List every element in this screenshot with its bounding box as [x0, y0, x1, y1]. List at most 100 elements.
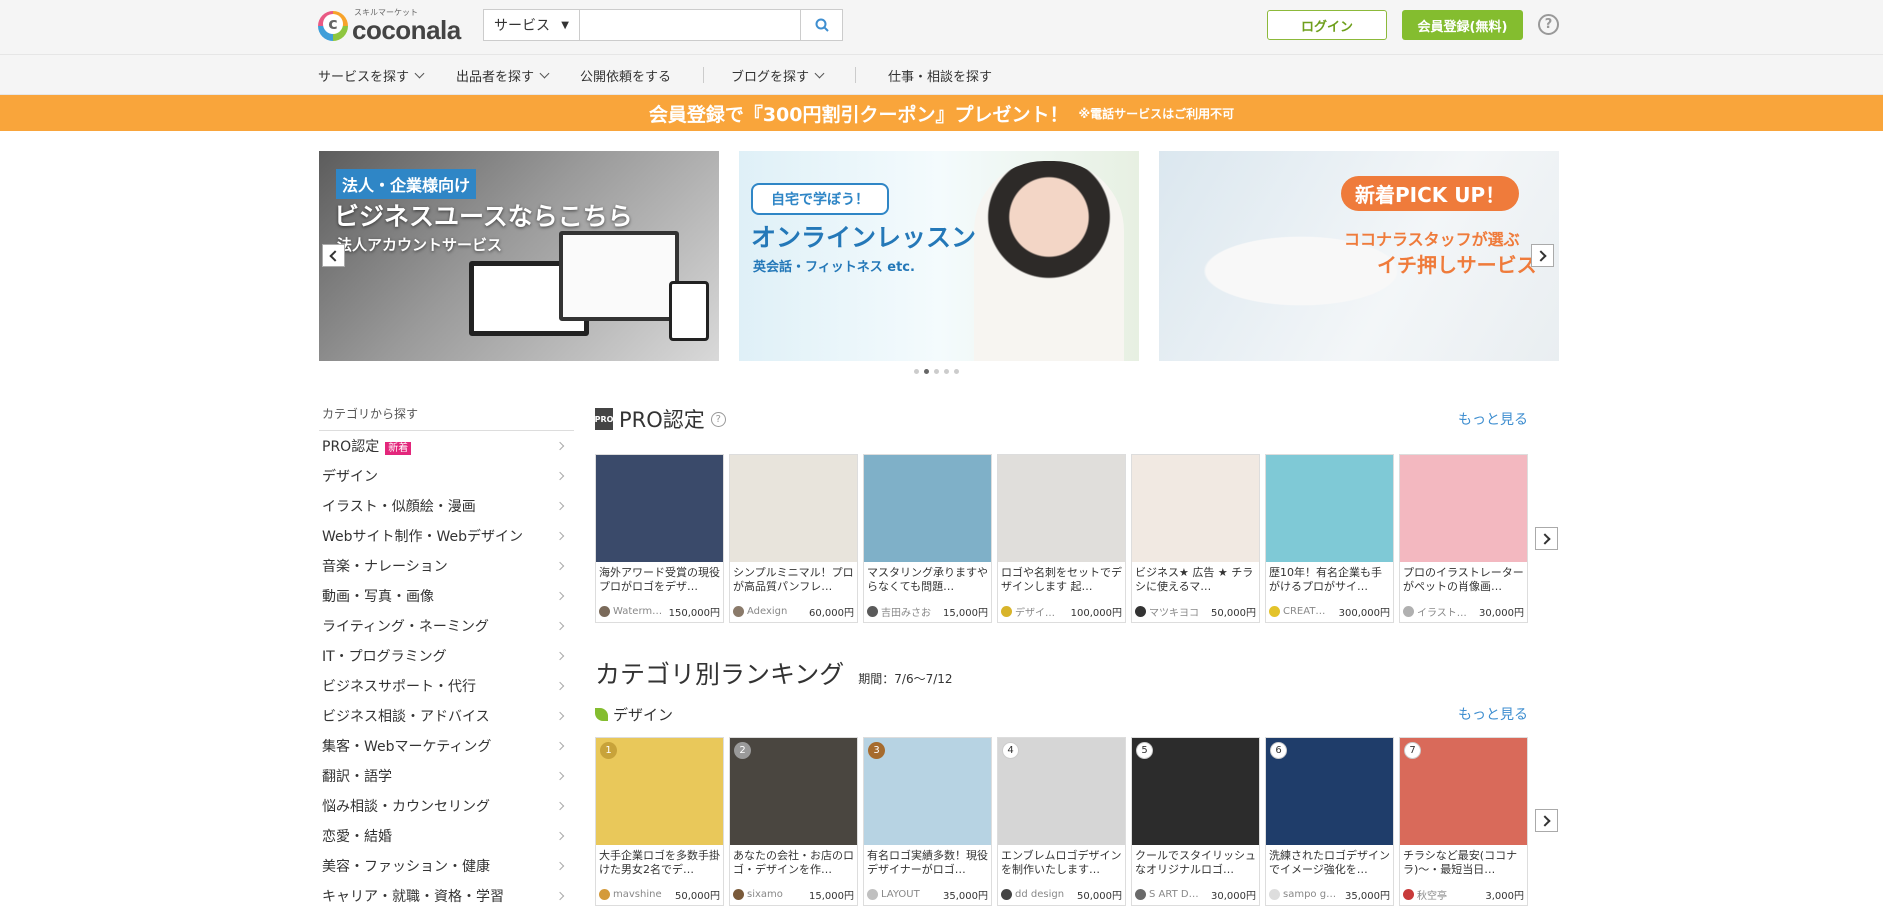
seller[interactable]: S ART D…	[1135, 889, 1199, 900]
sidebar-item-left: 音楽・ナレーション	[322, 556, 448, 576]
service-card[interactable]: ビジネス★ 広告 ★ チラシに使えるマ… マツキヨコ 50,000円	[1131, 454, 1260, 623]
seller[interactable]: LAYOUT	[867, 889, 920, 900]
sidebar-item[interactable]: IT・プログラミング	[319, 641, 574, 671]
seller-name: CREAT…	[1283, 606, 1326, 617]
new-badge: 新着	[385, 442, 412, 455]
card-footer: Adexign 60,000円	[733, 604, 854, 619]
sidebar-item[interactable]: デザイン	[319, 461, 574, 491]
service-card[interactable]: 3 有名ロゴ実績多数！現役デザイナーがロゴ… LAYOUT 35,000円	[863, 737, 992, 906]
logo[interactable]: スキルマーケット coconala	[318, 9, 461, 43]
service-title: 海外アワード受賞の現役プロがロゴをデザ…	[599, 566, 720, 592]
register-button[interactable]: 会員登録(無料)	[1402, 10, 1523, 40]
seller[interactable]: sampo g…	[1269, 889, 1335, 900]
avatar	[1269, 606, 1280, 617]
banner-business[interactable]: 法人・企業様向け ビジネスユースならこちら 法人アカウントサービス	[319, 151, 719, 361]
carousel-dot-active[interactable]	[924, 369, 929, 374]
service-card[interactable]: 6 洗練されたロゴデザインでイメージ強化を… sampo g… 35,000円	[1265, 737, 1394, 906]
promo-banner[interactable]: 会員登録で『300円割引クーポン』プレゼント！ ※電話サービスはご利用不可	[0, 95, 1883, 131]
carousel-dot[interactable]	[914, 369, 919, 374]
service-card[interactable]: 海外アワード受賞の現役プロがロゴをデザ… Waterm… 150,000円	[595, 454, 724, 623]
service-card[interactable]: 歴10年！有名企業も手がけるプロがサイ… CREAT… 300,000円	[1265, 454, 1394, 623]
header: スキルマーケット coconala サービス ▼ ログイン 会員登録(無料) ?	[0, 0, 1883, 55]
banner-title: オンラインレッスン	[751, 223, 977, 252]
seller[interactable]: Waterm…	[599, 606, 662, 617]
service-card[interactable]: 1 大手企業ロゴを多数手掛けた男女2名でデ… mavshine 50,000円	[595, 737, 724, 906]
avatar	[1269, 889, 1280, 900]
card-footer: マツキヨコ 50,000円	[1135, 604, 1256, 619]
sidebar-item[interactable]: 動画・写真・画像	[319, 581, 574, 611]
seller[interactable]: CREAT…	[1269, 606, 1325, 617]
banner-pill: 新着PICK UP！	[1341, 176, 1520, 211]
sidebar-item[interactable]: イラスト・似顔絵・漫画	[319, 491, 574, 521]
question-icon[interactable]: ?	[710, 411, 726, 427]
service-card[interactable]: ロゴや名刺をセットでデザインします 起… デザイ… 100,000円	[997, 454, 1126, 623]
service-card[interactable]: プロのイラストレーターがペットの肖像画… イラスト… 30,000円	[1399, 454, 1528, 623]
sidebar-item-label: キャリア・就職・資格・学習	[322, 889, 504, 905]
sidebar-item[interactable]: PRO認定 新着	[319, 431, 574, 461]
search-button[interactable]	[800, 10, 842, 40]
carousel-dot[interactable]	[954, 369, 959, 374]
service-card[interactable]: 5 クールでスタイリッシュなオリジナルロゴ… S ART D… 30,000円	[1131, 737, 1260, 906]
sidebar-item[interactable]: 集客・Webマーケティング	[319, 731, 574, 761]
avatar	[1001, 606, 1012, 617]
nav-divider	[703, 67, 704, 83]
sidebar-item[interactable]: ライティング・ネーミング	[319, 611, 574, 641]
sidebar-item[interactable]: 美容・ファッション・健康	[319, 851, 574, 881]
price: 60,000円	[809, 608, 854, 619]
sidebar-item[interactable]: 音楽・ナレーション	[319, 551, 574, 581]
seller[interactable]: mavshine	[599, 889, 662, 900]
seller[interactable]: マツキヨコ	[1135, 604, 1199, 619]
help-icon[interactable]: ?	[1538, 14, 1559, 35]
sidebar-item-left: PRO認定 新着	[322, 436, 412, 456]
sidebar-item[interactable]: 翻訳・語学	[319, 761, 574, 791]
nav-public-request[interactable]: 公開依頼をする	[580, 55, 671, 95]
see-more-link[interactable]: もっと見る	[1458, 409, 1528, 429]
nav-find-jobs[interactable]: 仕事・相談を探す	[888, 55, 992, 95]
pro-card-list: 海外アワード受賞の現役プロがロゴをデザ… Waterm… 150,000円 シンプルミ…	[595, 454, 1528, 623]
sidebar-item[interactable]: 恋愛・結婚	[319, 821, 574, 851]
sidebar-item[interactable]: ビジネスサポート・代行	[319, 671, 574, 701]
sidebar-item[interactable]: Webサイト制作・Webデザイン	[319, 521, 574, 551]
chevron-right-icon	[555, 711, 565, 721]
sidebar-item-left: 翻訳・語学	[322, 766, 392, 786]
pro-next-button[interactable]	[1535, 527, 1558, 550]
ranking-next-button[interactable]	[1535, 809, 1558, 832]
seller[interactable]: デザイ…	[1001, 604, 1055, 619]
carousel-prev-button[interactable]	[322, 244, 345, 267]
search-input[interactable]	[580, 10, 800, 40]
seller[interactable]: sixamo	[733, 889, 783, 900]
login-button[interactable]: ログイン	[1267, 10, 1387, 40]
seller[interactable]: Adexign	[733, 606, 787, 617]
seller[interactable]: イラスト…	[1403, 604, 1467, 619]
sidebar-item-left: 恋愛・結婚	[322, 826, 392, 846]
see-more-link[interactable]: もっと見る	[1458, 704, 1528, 724]
nav-find-services[interactable]: サービスを探す	[318, 55, 425, 95]
service-title: チラシなど最安(ココナラ)〜・最短当日…	[1403, 849, 1518, 875]
avatar	[599, 606, 610, 617]
chevron-right-icon	[555, 861, 565, 871]
ranking-section-header: カテゴリ別ランキング 期間：7/6〜7/12	[595, 655, 1530, 689]
service-card[interactable]: マスタリング承りますやらなくても問題… 吉田みさお 15,000円	[863, 454, 992, 623]
sidebar-item-label: イラスト・似顔絵・漫画	[322, 499, 476, 515]
chevron-right-icon	[555, 531, 565, 541]
service-card[interactable]: 4 エンブレムロゴデザインを制作いたします… dd design 50,000円	[997, 737, 1126, 906]
sidebar-item[interactable]: 悩み相談・カウンセリング	[319, 791, 574, 821]
sidebar-item[interactable]: キャリア・就職・資格・学習	[319, 881, 574, 911]
avatar	[599, 889, 610, 900]
logo-name: coconala	[352, 15, 461, 45]
seller[interactable]: 吉田みさお	[867, 604, 931, 619]
seller[interactable]: dd design	[1001, 889, 1064, 900]
service-card[interactable]: 7 チラシなど最安(ココナラ)〜・最短当日… 秋空亭 3,000円	[1399, 737, 1528, 906]
carousel-next-button[interactable]	[1531, 244, 1554, 267]
carousel-dot[interactable]	[934, 369, 939, 374]
nav-find-sellers[interactable]: 出品者を探す	[456, 55, 550, 95]
service-card[interactable]: 2 あなたの会社・お店のロゴ・デザインを作… sixamo 15,000円	[729, 737, 858, 906]
service-card[interactable]: シンプルミニマル！プロが高品質パンフレ… Adexign 60,000円	[729, 454, 858, 623]
search-category-select[interactable]: サービス ▼	[484, 10, 580, 40]
nav-find-blogs[interactable]: ブログを探す	[731, 55, 825, 95]
banner-pickup[interactable]: 新着PICK UP！ ココナラスタッフが選ぶ イチ押しサービス	[1159, 151, 1559, 361]
banner-online-lesson[interactable]: 自宅で学ぼう！ オンラインレッスン 英会話・フィットネス etc.	[739, 151, 1139, 361]
seller[interactable]: 秋空亭	[1403, 887, 1447, 902]
carousel-dot[interactable]	[944, 369, 949, 374]
sidebar-item[interactable]: ビジネス相談・アドバイス	[319, 701, 574, 731]
